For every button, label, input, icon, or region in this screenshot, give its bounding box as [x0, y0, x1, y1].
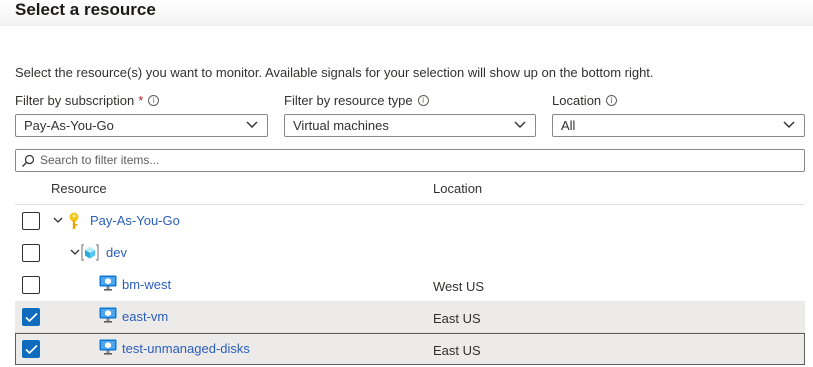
chevron-down-icon — [246, 121, 258, 128]
resource-name-link[interactable]: dev — [106, 245, 127, 260]
row-checkbox[interactable] — [22, 212, 40, 230]
resource-name-link[interactable]: test-unmanaged-disks — [122, 341, 250, 356]
info-icon[interactable]: i — [606, 95, 618, 106]
resource-type-dropdown-value: Virtual machines — [293, 118, 389, 133]
resource-name-link[interactable]: east-vm — [122, 309, 168, 324]
search-icon — [22, 154, 35, 167]
location-dropdown-value: All — [561, 118, 576, 133]
virtual-machine-icon — [99, 307, 117, 323]
resource-name-link[interactable]: bm-west — [122, 277, 171, 292]
location-label-text: Location — [552, 93, 602, 108]
chevron-down-icon — [514, 121, 526, 128]
checkmark-icon — [25, 344, 38, 355]
table-row[interactable]: test-unmanaged-disks East US — [15, 333, 805, 365]
resource-group-icon — [81, 244, 99, 261]
chevron-down-icon[interactable] — [53, 217, 63, 224]
chevron-down-icon — [783, 121, 795, 128]
required-asterisk: * — [138, 93, 144, 108]
column-header-resource[interactable]: Resource — [51, 181, 107, 196]
virtual-machine-icon — [99, 339, 117, 355]
row-checkbox[interactable] — [22, 244, 40, 262]
instructions-text: Select the resource(s) you want to monit… — [15, 65, 654, 80]
row-checkbox-checked[interactable] — [22, 340, 40, 358]
resource-location: East US — [433, 311, 481, 326]
info-icon[interactable]: i — [148, 95, 160, 106]
chevron-down-icon[interactable] — [70, 249, 80, 256]
row-checkbox-checked[interactable] — [22, 308, 40, 326]
table-row[interactable]: east-vm East US — [15, 301, 805, 333]
page-title: Select a resource — [15, 0, 156, 19]
checkmark-icon — [25, 312, 38, 323]
search-placeholder: Search to filter items... — [40, 153, 160, 167]
table-row[interactable]: dev — [15, 237, 805, 269]
subscription-dropdown-value: Pay-As-You-Go — [24, 118, 114, 133]
resource-type-dropdown[interactable]: Virtual machines — [284, 114, 536, 137]
virtual-machine-icon — [99, 275, 117, 291]
subscription-label-text: Filter by subscription — [15, 93, 135, 108]
info-icon[interactable]: i — [417, 95, 429, 106]
resource-location: West US — [433, 279, 485, 294]
table-row[interactable]: Pay-As-You-Go — [15, 205, 805, 237]
table-row[interactable]: bm-west West US — [15, 269, 805, 301]
column-header-location[interactable]: Location — [433, 181, 482, 196]
subscription-filter-label: Filter by subscription * i — [15, 93, 160, 108]
location-dropdown[interactable]: All — [552, 114, 805, 137]
resource-location: East US — [433, 343, 481, 358]
location-filter-label: Location i — [552, 93, 618, 108]
resource-type-label-text: Filter by resource type — [284, 93, 413, 108]
resource-name-link[interactable]: Pay-As-You-Go — [90, 213, 180, 228]
key-icon — [69, 212, 79, 229]
search-input[interactable]: Search to filter items... — [15, 149, 805, 172]
row-checkbox[interactable] — [22, 276, 40, 294]
subscription-dropdown[interactable]: Pay-As-You-Go — [15, 114, 268, 137]
resource-type-filter-label: Filter by resource type i — [284, 93, 429, 108]
